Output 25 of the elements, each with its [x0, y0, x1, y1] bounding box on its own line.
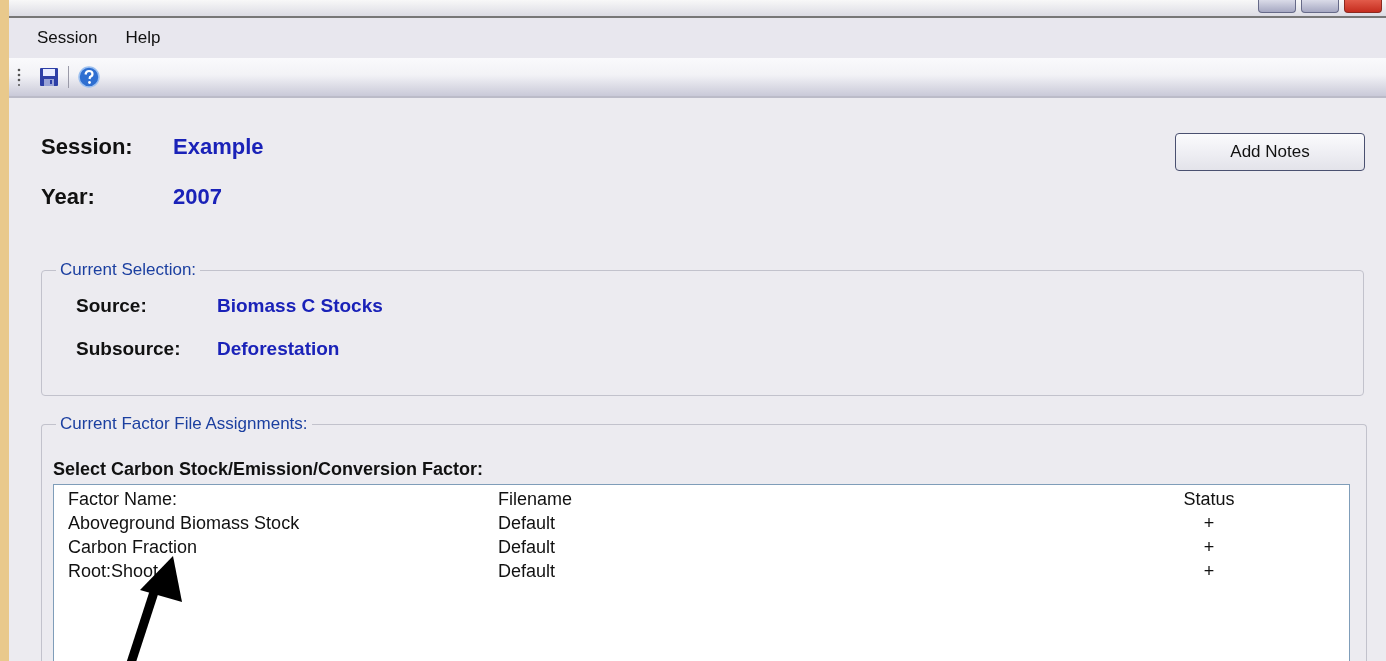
column-header: Filename: [498, 489, 574, 511]
list-cell-text: Default: [498, 513, 557, 535]
menu-item[interactable]: Help: [125, 28, 161, 48]
list-cell-text: Default: [498, 537, 557, 559]
list-cell-text: +: [1202, 513, 1216, 535]
column-header: Factor Name:: [68, 489, 179, 511]
year-value: 2007: [173, 184, 222, 210]
add-notes-button[interactable]: Add Notes: [1175, 133, 1365, 171]
menu-item[interactable]: Session: [37, 28, 98, 48]
field-value: Biomass C Stocks: [217, 295, 383, 318]
field-label: Subsource:: [76, 338, 182, 361]
year-label: Year:: [41, 184, 96, 210]
group-title: Current Factor File Assignments:: [56, 414, 312, 434]
list-cell-text: +: [1202, 561, 1216, 583]
list-cell[interactable]: Aboveground Biomass Stock: [68, 513, 498, 537]
list-prompt: Select Carbon Stock/Emission/Conversion Factor:: [53, 459, 485, 480]
list-cell-text: +: [1202, 537, 1216, 559]
field-label: Source:: [76, 295, 148, 318]
list-cell-text: Default: [498, 561, 557, 583]
list-cell[interactable]: Carbon Fraction: [68, 537, 498, 561]
field-value: Deforestation: [217, 338, 340, 361]
session-label: Session:: [41, 134, 134, 160]
list-cell[interactable]: Root:Shoot: [68, 561, 498, 585]
session-name: Example: [173, 134, 264, 160]
column-header: Status: [1182, 489, 1236, 511]
